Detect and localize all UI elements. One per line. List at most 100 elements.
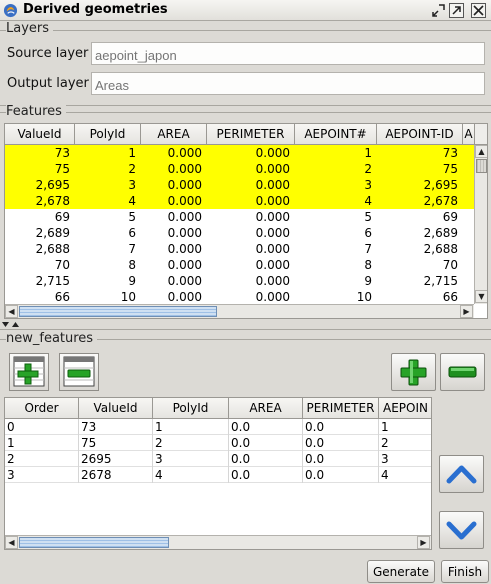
table-cell: 2,689 <box>35 226 70 240</box>
new-features-column-header[interactable]: Order <box>5 398 79 418</box>
features-column-header[interactable]: AEPOINT# <box>295 124 377 144</box>
horizontal-scroll-thumb[interactable] <box>19 306 217 317</box>
table-cell: 2,678 <box>35 194 70 208</box>
vertical-scroll-thumb[interactable] <box>476 159 487 173</box>
table-row[interactable]: 2,688 7 0.000 0.000 7 2,688 <box>5 241 475 257</box>
plus-icon <box>400 359 427 386</box>
new-features-column-header[interactable]: PERIMETER <box>303 398 379 418</box>
table-row[interactable]: 2,678 4 0.000 0.000 4 2,678 <box>5 193 475 209</box>
scroll-right-icon[interactable]: ▶ <box>460 305 473 318</box>
table-cell: 0.000 <box>167 178 202 192</box>
table-cell: 0.000 <box>167 242 202 256</box>
table-cell[interactable]: 0.0 <box>229 419 303 435</box>
table-cell[interactable]: 0.0 <box>303 435 379 451</box>
add-table-button[interactable] <box>9 353 49 391</box>
table-cell: 2,715 <box>423 274 458 288</box>
new-features-column-header[interactable]: PolyId <box>153 398 229 418</box>
remove-table-button[interactable] <box>59 353 99 391</box>
table-cell: 4 <box>128 194 136 208</box>
table-cell[interactable]: 73 <box>79 419 153 435</box>
table-cell: 0.000 <box>167 210 202 224</box>
table-row[interactable]: 69 5 0.000 0.000 5 69 <box>5 209 475 225</box>
table-cell: 0.000 <box>255 242 290 256</box>
table-cell[interactable]: 3 <box>153 451 229 467</box>
table-cell[interactable]: 3 <box>379 451 431 467</box>
features-column-header[interactable]: A <box>463 124 475 144</box>
restore-icon[interactable] <box>431 3 446 18</box>
splitter-arrows-icon[interactable] <box>1 321 23 330</box>
finish-button[interactable]: Finish <box>441 560 489 583</box>
source-layer-input[interactable] <box>91 42 485 65</box>
add-button[interactable] <box>391 353 436 391</box>
maximize-icon[interactable] <box>449 3 464 18</box>
table-cell: 73 <box>54 146 70 160</box>
scroll-left-icon[interactable]: ◀ <box>5 305 18 318</box>
table-cell[interactable]: 2 <box>379 435 431 451</box>
table-cell: 75 <box>442 162 458 176</box>
table-row[interactable]: 2,695 3 0.000 0.000 3 2,695 <box>5 177 475 193</box>
table-cell[interactable]: 0.0 <box>303 467 379 483</box>
table-cell: 0.000 <box>167 274 202 288</box>
features-column-header[interactable]: ValueId <box>5 124 75 144</box>
close-icon[interactable] <box>471 3 486 18</box>
table-row[interactable]: 66 10 0.000 0.000 10 66 <box>5 289 475 305</box>
new-features-column-header[interactable]: AEPOIN <box>379 398 431 418</box>
scroll-right-icon[interactable]: ▶ <box>417 536 430 549</box>
table-cell: 0.000 <box>167 146 202 160</box>
splitter-line <box>0 329 491 330</box>
new-features-horizontal-scrollbar[interactable]: ◀ ▶ <box>5 535 431 549</box>
generate-button[interactable]: Generate <box>367 560 435 583</box>
table-cell[interactable]: 4 <box>379 467 431 483</box>
table-cell[interactable]: 2695 <box>79 451 153 467</box>
table-cell[interactable]: 2 <box>153 435 229 451</box>
table-cell[interactable]: 1 <box>379 419 431 435</box>
table-row[interactable]: 70 8 0.000 0.000 8 70 <box>5 257 475 273</box>
table-row[interactable]: 1 75 2 0.0 0.0 2 <box>5 435 431 451</box>
horizontal-scroll-thumb[interactable] <box>19 537 169 548</box>
move-down-button[interactable] <box>439 511 484 549</box>
features-column-header[interactable]: AEPOINT-ID <box>377 124 463 144</box>
table-cell[interactable]: 2678 <box>79 467 153 483</box>
table-cell[interactable]: 1 <box>153 419 229 435</box>
move-up-button[interactable] <box>439 455 484 493</box>
scroll-down-icon[interactable]: ▼ <box>475 290 487 303</box>
table-cell: 69 <box>54 210 70 224</box>
output-layer-input[interactable] <box>91 72 485 95</box>
features-column-header[interactable]: PolyId <box>75 124 141 144</box>
table-cell[interactable]: 0.0 <box>303 451 379 467</box>
new-features-table: Order ValueId PolyId AREA PERIMETER AEPOIN 07… <box>4 397 432 550</box>
table-row[interactable]: 2,715 9 0.000 0.000 9 2,715 <box>5 273 475 289</box>
table-row[interactable]: 73 1 0.000 0.000 1 73 <box>5 145 475 161</box>
new-features-column-header[interactable]: AREA <box>229 398 303 418</box>
table-cell: 9 <box>128 274 136 288</box>
table-cell[interactable]: 2 <box>5 451 79 467</box>
table-cell[interactable]: 0 <box>5 419 79 435</box>
features-column-header[interactable]: AREA <box>141 124 207 144</box>
table-cell[interactable]: 1 <box>5 435 79 451</box>
table-cell[interactable]: 0.0 <box>229 451 303 467</box>
scroll-left-icon[interactable]: ◀ <box>5 536 18 549</box>
table-cell[interactable]: 0.0 <box>229 467 303 483</box>
table-cell: 0.000 <box>167 290 202 304</box>
remove-button[interactable] <box>440 353 485 391</box>
table-row[interactable]: 2,689 6 0.000 0.000 6 2,689 <box>5 225 475 241</box>
table-row[interactable]: 75 2 0.000 0.000 2 75 <box>5 161 475 177</box>
table-cell: 0.000 <box>255 258 290 272</box>
features-vertical-scrollbar[interactable]: ▲ ▼ <box>474 145 487 304</box>
new-features-column-header[interactable]: ValueId <box>79 398 153 418</box>
table-cell[interactable]: 3 <box>5 467 79 483</box>
table-cell: 0.000 <box>167 162 202 176</box>
table-row[interactable]: 3 2678 4 0.0 0.0 4 <box>5 467 431 483</box>
features-horizontal-scrollbar[interactable]: ◀ ▶ <box>5 304 474 318</box>
table-cell[interactable]: 0.0 <box>229 435 303 451</box>
features-column-header[interactable]: PERIMETER <box>207 124 295 144</box>
scroll-up-icon[interactable]: ▲ <box>475 145 487 158</box>
table-cell[interactable]: 0.0 <box>303 419 379 435</box>
table-cell[interactable]: 4 <box>153 467 229 483</box>
layers-divider <box>0 30 491 31</box>
table-row[interactable]: 0 73 1 0.0 0.0 1 <box>5 419 431 435</box>
table-cell: 2,715 <box>35 274 70 288</box>
table-row[interactable]: 2 2695 3 0.0 0.0 3 <box>5 451 431 467</box>
table-cell[interactable]: 75 <box>79 435 153 451</box>
chevron-up-icon <box>446 465 477 484</box>
